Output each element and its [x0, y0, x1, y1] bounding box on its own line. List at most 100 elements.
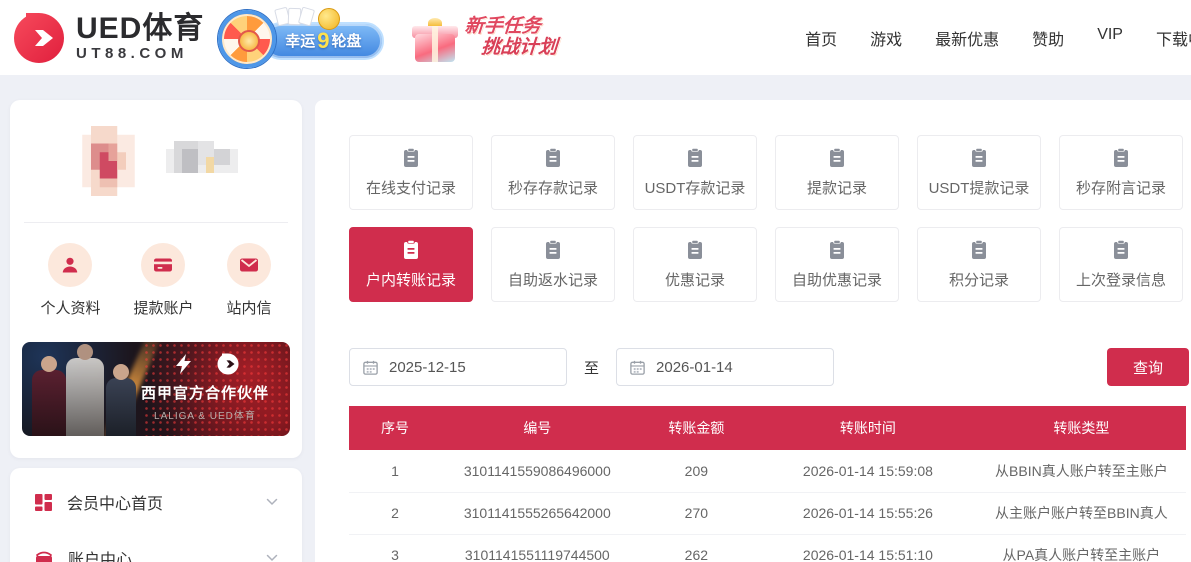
record-tab[interactable]: USDT存款记录 [633, 135, 757, 210]
record-tab-label: USDT存款记录 [645, 177, 746, 198]
username-blurred [165, 141, 239, 181]
record-tab[interactable]: USDT提款记录 [917, 135, 1041, 210]
record-tab-label: 上次登录信息 [1076, 269, 1166, 290]
table-body: 131011415590864960002092026-01-14 15:59:… [349, 450, 1186, 562]
clipboard-icon [543, 147, 563, 168]
table-header-row: 序号编号转账金额转账时间转账类型 [349, 406, 1186, 450]
table-cell: 2026-01-14 15:55:26 [759, 492, 977, 534]
table-cell: 从主账户账户转至BBIN真人 [977, 492, 1186, 534]
clipboard-icon [969, 147, 989, 168]
ued-arrow-logo-icon [216, 352, 240, 376]
logo-subtitle: UT88.COM [76, 46, 204, 62]
laliga-partner-banner[interactable]: 西甲官方合作伙伴 LALIGA & UED体育 [22, 342, 290, 436]
top-nav-item[interactable]: 下载中 [1156, 26, 1191, 50]
table-header-cell: 转账时间 [759, 406, 977, 450]
ued-arrow-logo-icon [12, 11, 66, 65]
table-cell: 从BBIN真人账户转至主账户 [977, 450, 1186, 492]
top-nav-item[interactable]: 首页 [805, 26, 837, 50]
clipboard-icon [401, 239, 421, 260]
sidebar-item-account-center[interactable]: 账户中心 [10, 530, 302, 562]
roulette-wheel-icon [218, 10, 276, 68]
sidebar-menu: 会员中心首页 账户中心 [10, 468, 302, 562]
clipboard-icon [401, 147, 421, 168]
gold-coin-icon [318, 8, 340, 30]
mail-icon [237, 253, 261, 277]
record-tab-label: 积分记录 [949, 269, 1009, 290]
quick-link-label: 个人资料 [40, 297, 100, 318]
banner-subtitle: LALIGA & UED体育 [130, 407, 280, 422]
record-tab[interactable]: 优惠记录 [633, 227, 757, 302]
top-nav-item[interactable]: 游戏 [870, 26, 902, 50]
date-range-separator: 至 [584, 357, 599, 378]
table-cell: 3101141559086496000 [441, 450, 634, 492]
end-date-input[interactable]: 2026-01-14 [616, 348, 834, 386]
record-tab-label: 秒存存款记录 [508, 177, 598, 198]
clipboard-icon [543, 239, 563, 260]
gift-box-icon [412, 18, 458, 62]
record-tab[interactable]: 在线支付记录 [349, 135, 473, 210]
promo-banner-newbie-task[interactable]: 新手任务 挑战计划 [412, 8, 558, 68]
top-bar: UED体育 UT88.COM 幸运9轮盘 新手任务 挑战计划 首页 游戏 最新优惠 赞… [0, 0, 1191, 75]
sidebar-item-member-center-home[interactable]: 会员中心首页 [10, 474, 302, 530]
table-cell: 3101141555265642000 [441, 492, 634, 534]
table-header-cell: 序号 [349, 406, 441, 450]
calendar-icon [362, 359, 379, 376]
clipboard-icon [827, 147, 847, 168]
record-tab-label: 秒存附言记录 [1076, 177, 1166, 198]
table-cell: 2026-01-14 15:59:08 [759, 450, 977, 492]
record-tab[interactable]: 积分记录 [917, 227, 1041, 302]
player-silhouette [32, 370, 66, 436]
newbie-task-line2: 挑战计划 [463, 38, 558, 59]
roulette-text-prefix: 幸运 [285, 30, 315, 51]
promo-banner-lucky-roulette[interactable]: 幸运9轮盘 [218, 8, 386, 68]
quick-link-profile[interactable]: 个人资料 [40, 243, 100, 318]
table-row: 131011415590864960002092026-01-14 15:59:… [349, 450, 1186, 492]
newbie-task-line1: 新手任务 [464, 17, 559, 38]
table-cell: 209 [634, 450, 760, 492]
chevron-down-icon [266, 554, 278, 562]
clipboard-icon [685, 147, 705, 168]
record-tab-label: 自助优惠记录 [792, 269, 882, 290]
record-tab[interactable]: 上次登录信息 [1059, 227, 1183, 302]
laliga-logo-icon [170, 352, 196, 376]
table-cell: 2 [349, 492, 441, 534]
roulette-text-suffix: 轮盘 [331, 30, 361, 51]
table-cell: 270 [634, 492, 760, 534]
search-button[interactable]: 查询 [1107, 348, 1189, 386]
sidebar-item-label: 账户中心 [68, 546, 132, 562]
table-header-cell: 编号 [441, 406, 634, 450]
wallet-icon [34, 549, 54, 562]
top-nav-item[interactable]: 最新优惠 [935, 26, 999, 50]
chevron-down-icon [266, 498, 278, 506]
record-tab-label: 提款记录 [807, 177, 867, 198]
user-icon [59, 254, 81, 276]
banner-title: 西甲官方合作伙伴 [130, 382, 280, 403]
top-nav-item[interactable]: VIP [1097, 26, 1123, 50]
top-nav-item[interactable]: 赞助 [1032, 26, 1064, 50]
record-tab[interactable]: 户内转账记录 [349, 227, 473, 302]
roulette-number: 9 [317, 28, 329, 54]
quick-link-label: 提款账户 [133, 297, 193, 318]
quick-links: 个人资料 提款账户 站 [10, 223, 302, 324]
record-tab[interactable]: 自助返水记录 [491, 227, 615, 302]
quick-link-messages[interactable]: 站内信 [226, 243, 271, 318]
dashboard-icon [34, 493, 53, 512]
start-date-input[interactable]: 2025-12-15 [349, 348, 567, 386]
player-silhouette [66, 358, 104, 436]
table-cell: 从PA真人账户转至主账户 [977, 534, 1186, 562]
record-tab[interactable]: 秒存存款记录 [491, 135, 615, 210]
record-tab[interactable]: 秒存附言记录 [1059, 135, 1183, 210]
site-logo[interactable]: UED体育 UT88.COM [12, 11, 204, 65]
clipboard-icon [827, 239, 847, 260]
sidebar: 个人资料 提款账户 站 [10, 100, 302, 562]
clipboard-icon [685, 239, 705, 260]
clipboard-icon [1111, 147, 1131, 168]
record-tab-label: 优惠记录 [665, 269, 725, 290]
top-nav: 首页 游戏 最新优惠 赞助 VIP 下载中 [805, 26, 1191, 50]
record-tab[interactable]: 自助优惠记录 [775, 227, 899, 302]
avatar-blurred [82, 126, 135, 196]
record-tab-label: 自助返水记录 [508, 269, 598, 290]
record-tab[interactable]: 提款记录 [775, 135, 899, 210]
quick-link-withdraw-account[interactable]: 提款账户 [133, 243, 193, 318]
sidebar-item-label: 会员中心首页 [67, 490, 163, 514]
